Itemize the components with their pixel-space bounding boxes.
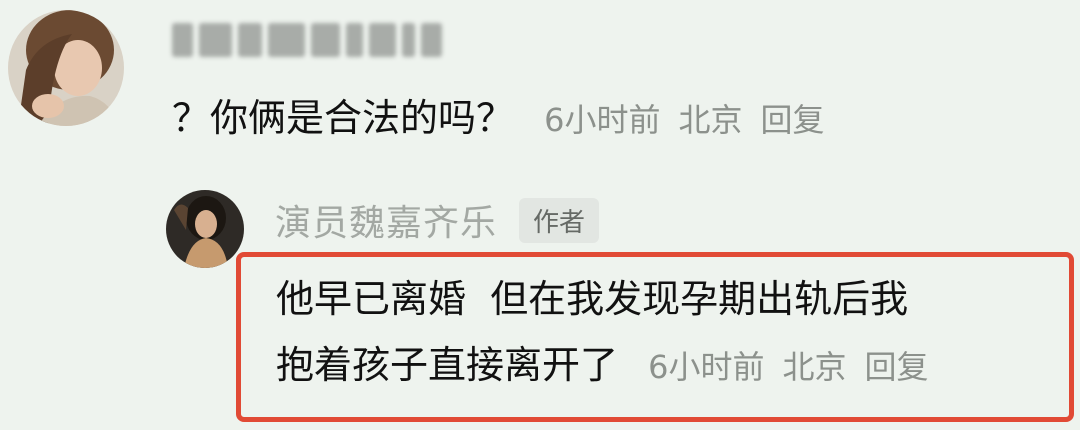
comment-text: ？你俩是合法的吗？ bbox=[172, 96, 515, 140]
comment-line: ？你俩是合法的吗？ 6小时前 北京 回复 bbox=[172, 92, 825, 146]
reply-text-line-2: 抱着孩子直接离开了 6小时前 北京 回复 bbox=[276, 332, 1066, 400]
reply-reply-button[interactable]: 回复 bbox=[865, 348, 929, 386]
reply-author-avatar[interactable] bbox=[166, 190, 244, 268]
commenter-avatar[interactable] bbox=[8, 10, 124, 126]
author-badge: 作者 bbox=[519, 197, 600, 243]
comment-time: 6小时前 bbox=[544, 101, 661, 139]
obscured-username bbox=[172, 18, 442, 62]
comment-reply-button[interactable]: 回复 bbox=[761, 101, 825, 139]
reply-author-row: 演员魏嘉齐乐 作者 bbox=[275, 192, 600, 248]
reply-time: 6小时前 bbox=[648, 348, 765, 386]
reply-text-block: 他早已离婚 但在我发现孕期出轨后我 抱着孩子直接离开了 6小时前 北京 回复 bbox=[276, 266, 1066, 400]
reply-text-line-2-content: 抱着孩子直接离开了 bbox=[276, 343, 619, 387]
reply-text-line-1: 他早已离婚 但在我发现孕期出轨后我 bbox=[276, 277, 909, 321]
comment-location: 北京 bbox=[678, 101, 743, 139]
reply-author-name[interactable]: 演员魏嘉齐乐 bbox=[275, 194, 497, 246]
reply-location: 北京 bbox=[782, 348, 847, 386]
